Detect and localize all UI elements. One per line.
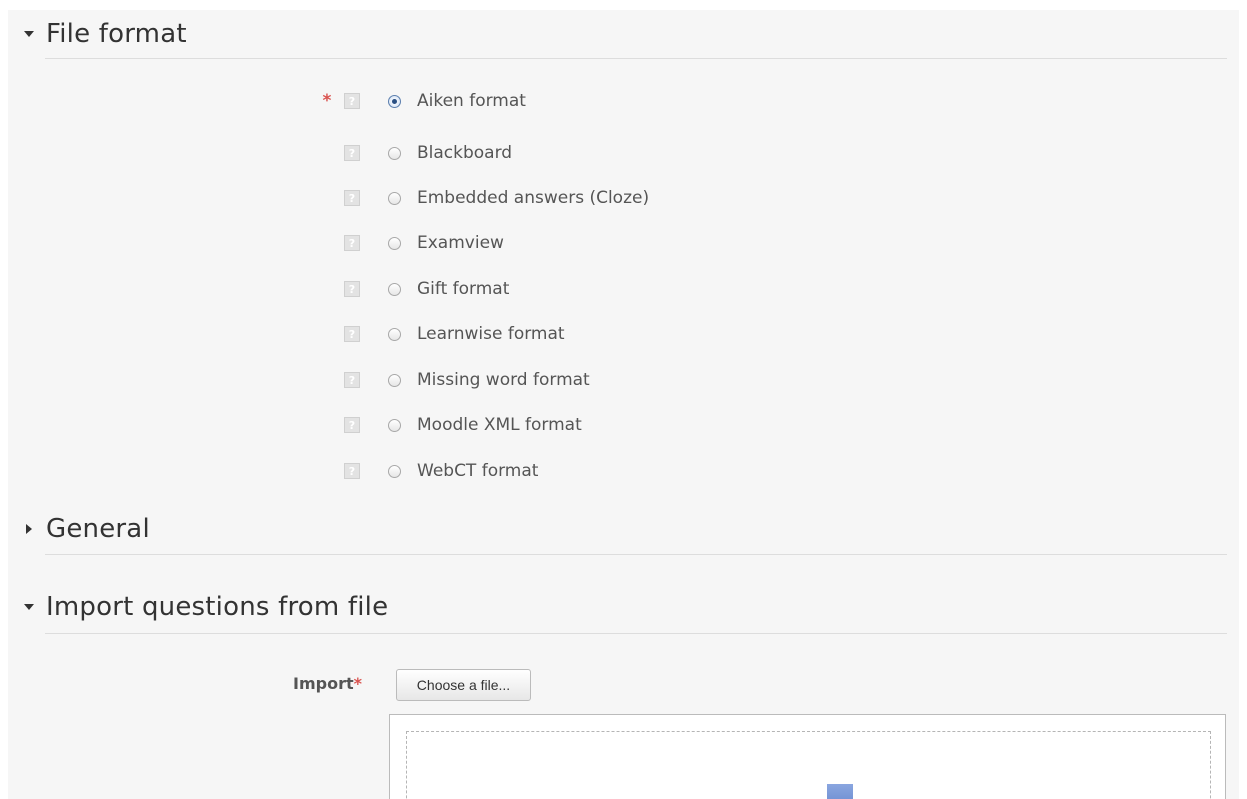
radio-label-learnwise[interactable]: Learnwise format — [417, 324, 565, 344]
radio-row-aiken: * ? Aiken format — [320, 88, 526, 114]
section-title-import: Import questions from file — [46, 592, 389, 622]
page: File format * ? Aiken format ? Blackboar… — [0, 0, 1247, 799]
radio-webct[interactable] — [388, 464, 401, 478]
radio-row-webct: ? WebCT format — [320, 458, 538, 484]
radio-label-missing-word[interactable]: Missing word format — [417, 370, 590, 390]
section-header-file-format[interactable]: File format — [24, 14, 187, 54]
radio-row-moodle-xml: ? Moodle XML format — [320, 412, 582, 438]
section-title-file-format: File format — [46, 19, 187, 49]
section-divider-general — [45, 554, 1227, 555]
page-right-margin — [1239, 0, 1247, 799]
radio-label-moodle-xml[interactable]: Moodle XML format — [417, 415, 582, 435]
section-header-general[interactable]: General — [24, 509, 150, 549]
required-marker: * — [353, 674, 362, 693]
radio-missing-word[interactable] — [388, 373, 401, 387]
radio-row-cloze: ? Embedded answers (Cloze) — [320, 185, 649, 211]
radio-label-blackboard[interactable]: Blackboard — [417, 143, 512, 163]
radio-blackboard[interactable] — [388, 146, 401, 160]
radio-row-learnwise: ? Learnwise format — [320, 321, 565, 347]
help-icon[interactable]: ? — [344, 281, 360, 297]
help-icon[interactable]: ? — [344, 463, 360, 479]
file-dropzone[interactable] — [389, 714, 1226, 799]
help-icon[interactable]: ? — [344, 417, 360, 433]
required-marker: * — [322, 90, 332, 111]
page-left-margin — [0, 0, 8, 799]
section-title-general: General — [46, 514, 150, 544]
import-label-text: Import — [293, 674, 354, 693]
radio-moodle-xml[interactable] — [388, 418, 401, 432]
radio-label-aiken[interactable]: Aiken format — [417, 91, 526, 111]
radio-label-gift[interactable]: Gift format — [417, 279, 509, 299]
radio-row-missing-word: ? Missing word format — [320, 367, 590, 393]
import-field-label: Import* — [250, 674, 362, 693]
choose-file-button[interactable]: Choose a file... — [396, 669, 531, 701]
caret-down-icon — [24, 604, 46, 610]
radio-aiken[interactable] — [388, 94, 401, 108]
help-icon[interactable]: ? — [344, 190, 360, 206]
radio-label-webct[interactable]: WebCT format — [417, 461, 538, 481]
dropzone-dashed-area[interactable] — [406, 731, 1211, 799]
help-icon[interactable]: ? — [344, 326, 360, 342]
radio-row-gift: ? Gift format — [320, 276, 509, 302]
radio-examview[interactable] — [388, 236, 401, 250]
caret-down-icon — [24, 31, 46, 37]
radio-label-examview[interactable]: Examview — [417, 233, 504, 253]
radio-gift[interactable] — [388, 282, 401, 296]
section-divider-file-format — [45, 58, 1227, 59]
radio-row-blackboard: ? Blackboard — [320, 140, 512, 166]
help-icon[interactable]: ? — [344, 372, 360, 388]
help-icon[interactable]: ? — [344, 145, 360, 161]
radio-label-cloze[interactable]: Embedded answers (Cloze) — [417, 188, 649, 208]
help-icon[interactable]: ? — [344, 235, 360, 251]
radio-selected-dot — [392, 98, 397, 104]
radio-cloze[interactable] — [388, 191, 401, 205]
section-header-import[interactable]: Import questions from file — [24, 587, 388, 627]
help-icon[interactable]: ? — [344, 93, 360, 109]
download-arrow-icon — [827, 784, 853, 799]
radio-learnwise[interactable] — [388, 327, 401, 341]
section-divider-import — [45, 633, 1227, 634]
page-top-margin — [0, 0, 1247, 10]
radio-row-examview: ? Examview — [320, 230, 504, 256]
caret-right-icon — [24, 524, 46, 534]
